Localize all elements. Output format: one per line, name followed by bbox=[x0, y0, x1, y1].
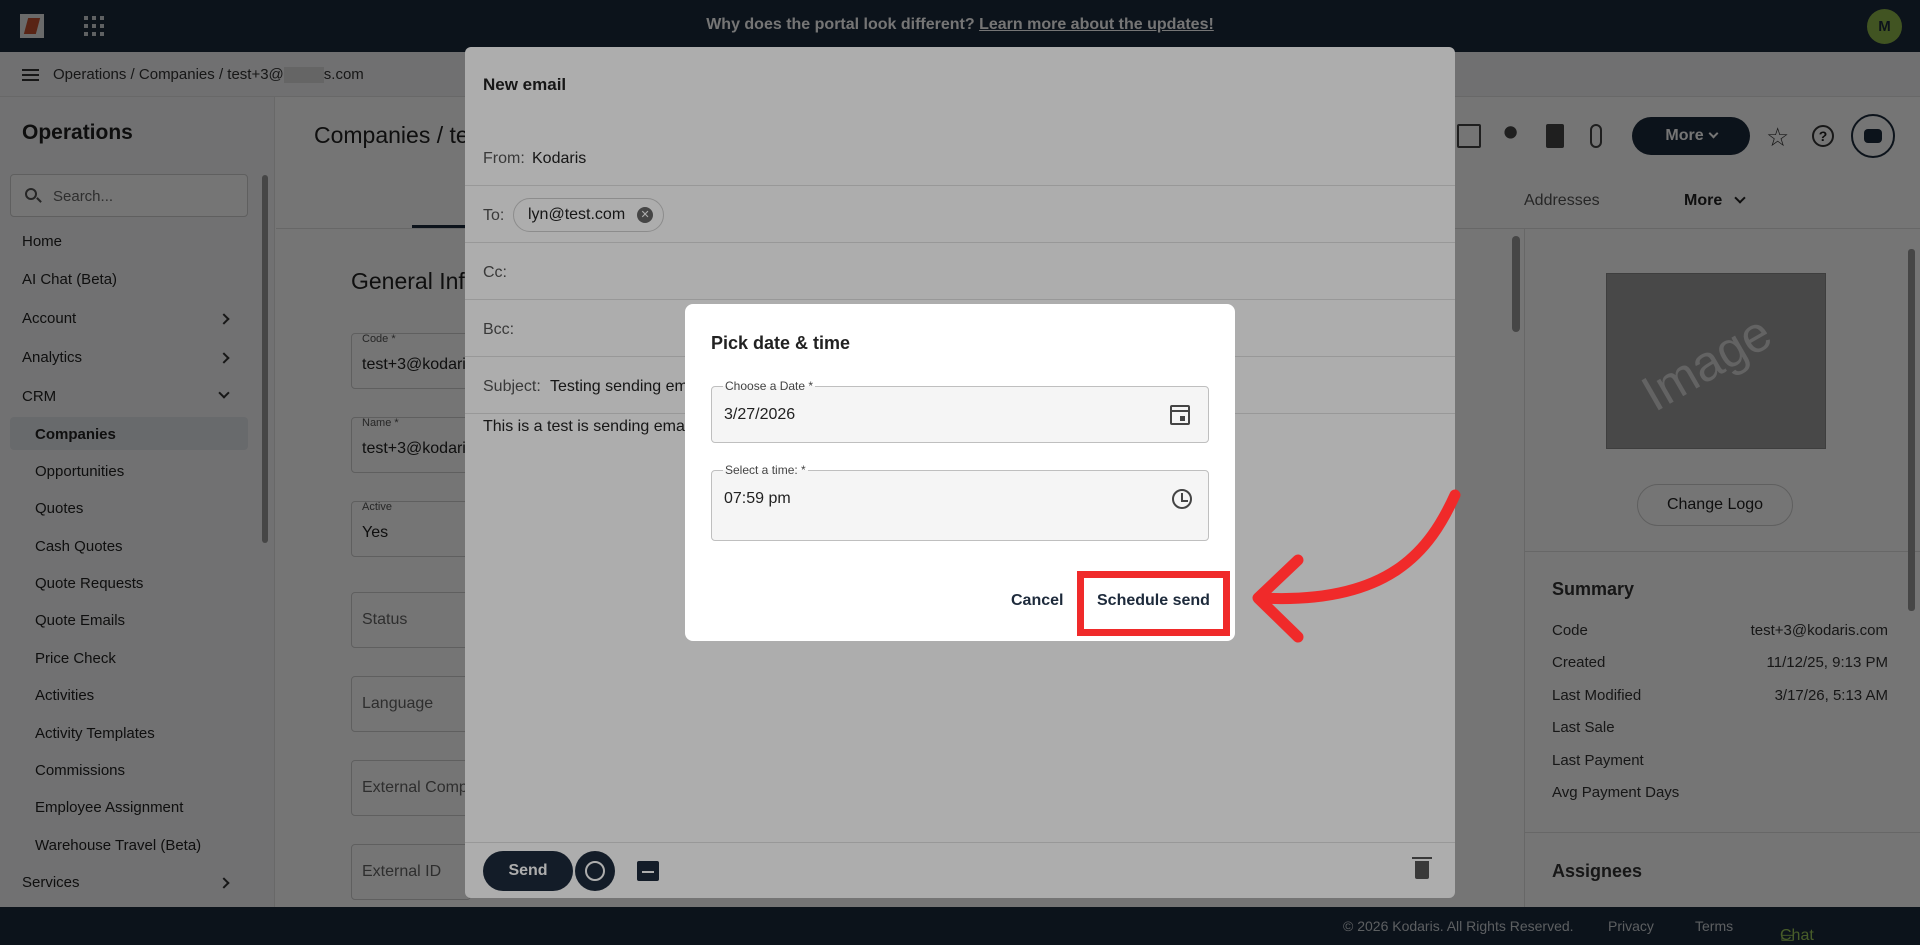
annotation-highlight-box bbox=[1077, 571, 1230, 636]
date-field[interactable]: Choose a Date * 3/27/2026 bbox=[711, 379, 1209, 443]
picker-title: Pick date & time bbox=[711, 333, 851, 353]
cancel-button[interactable]: Cancel bbox=[1011, 592, 1063, 610]
calendar-icon[interactable] bbox=[1170, 405, 1190, 425]
date-field-value: 3/27/2026 bbox=[724, 406, 796, 423]
time-field-value: 07:59 pm bbox=[724, 490, 791, 507]
time-field-label: Select a time: * bbox=[723, 463, 808, 477]
clock-icon[interactable] bbox=[1172, 489, 1192, 509]
time-field[interactable]: Select a time: * 07:59 pm bbox=[711, 463, 1209, 541]
date-field-label: Choose a Date * bbox=[723, 379, 816, 393]
annotation-arrow-icon bbox=[1252, 489, 1461, 643]
